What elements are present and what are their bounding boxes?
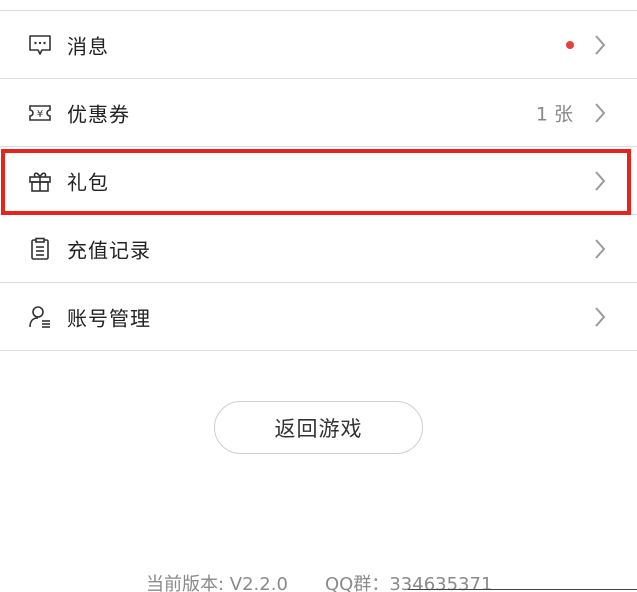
account-menu-page: 消息 ¥ 优惠券 1 张 礼包 充值记录 账号管理 返回游戏 当前版本: V2.… (0, 0, 637, 592)
menu-item-coupons[interactable]: ¥ 优惠券 1 张 (0, 79, 637, 147)
user-manage-icon (28, 305, 52, 329)
menu-list: 消息 ¥ 优惠券 1 张 礼包 充值记录 账号管理 (0, 10, 637, 351)
version-text: 当前版本: V2.2.0 (146, 574, 288, 592)
gift-icon (28, 169, 52, 193)
return-to-game-button[interactable]: 返回游戏 (214, 401, 423, 454)
menu-item-gift-pack[interactable]: 礼包 (0, 147, 637, 215)
chevron-right-icon (593, 238, 607, 260)
footer-divider (408, 589, 637, 590)
clipboard-icon (28, 237, 52, 261)
svg-text:¥: ¥ (37, 109, 43, 120)
menu-item-recharge-records[interactable]: 充值记录 (0, 215, 637, 283)
chevron-right-icon (593, 306, 607, 328)
menu-item-label: 优惠券 (67, 102, 130, 126)
menu-item-label: 充值记录 (67, 238, 151, 262)
message-icon (28, 33, 52, 57)
coupon-icon: ¥ (28, 101, 52, 125)
chevron-right-icon (593, 102, 607, 124)
coupon-count: 1 张 (535, 103, 573, 125)
menu-item-label: 账号管理 (67, 306, 151, 330)
menu-item-label: 消息 (67, 34, 109, 58)
unread-dot (566, 40, 574, 49)
menu-item-account-management[interactable]: 账号管理 (0, 283, 637, 351)
chevron-right-icon (593, 34, 607, 56)
menu-item-label: 礼包 (67, 170, 109, 194)
menu-item-messages[interactable]: 消息 (0, 11, 637, 79)
chevron-right-icon (593, 170, 607, 192)
